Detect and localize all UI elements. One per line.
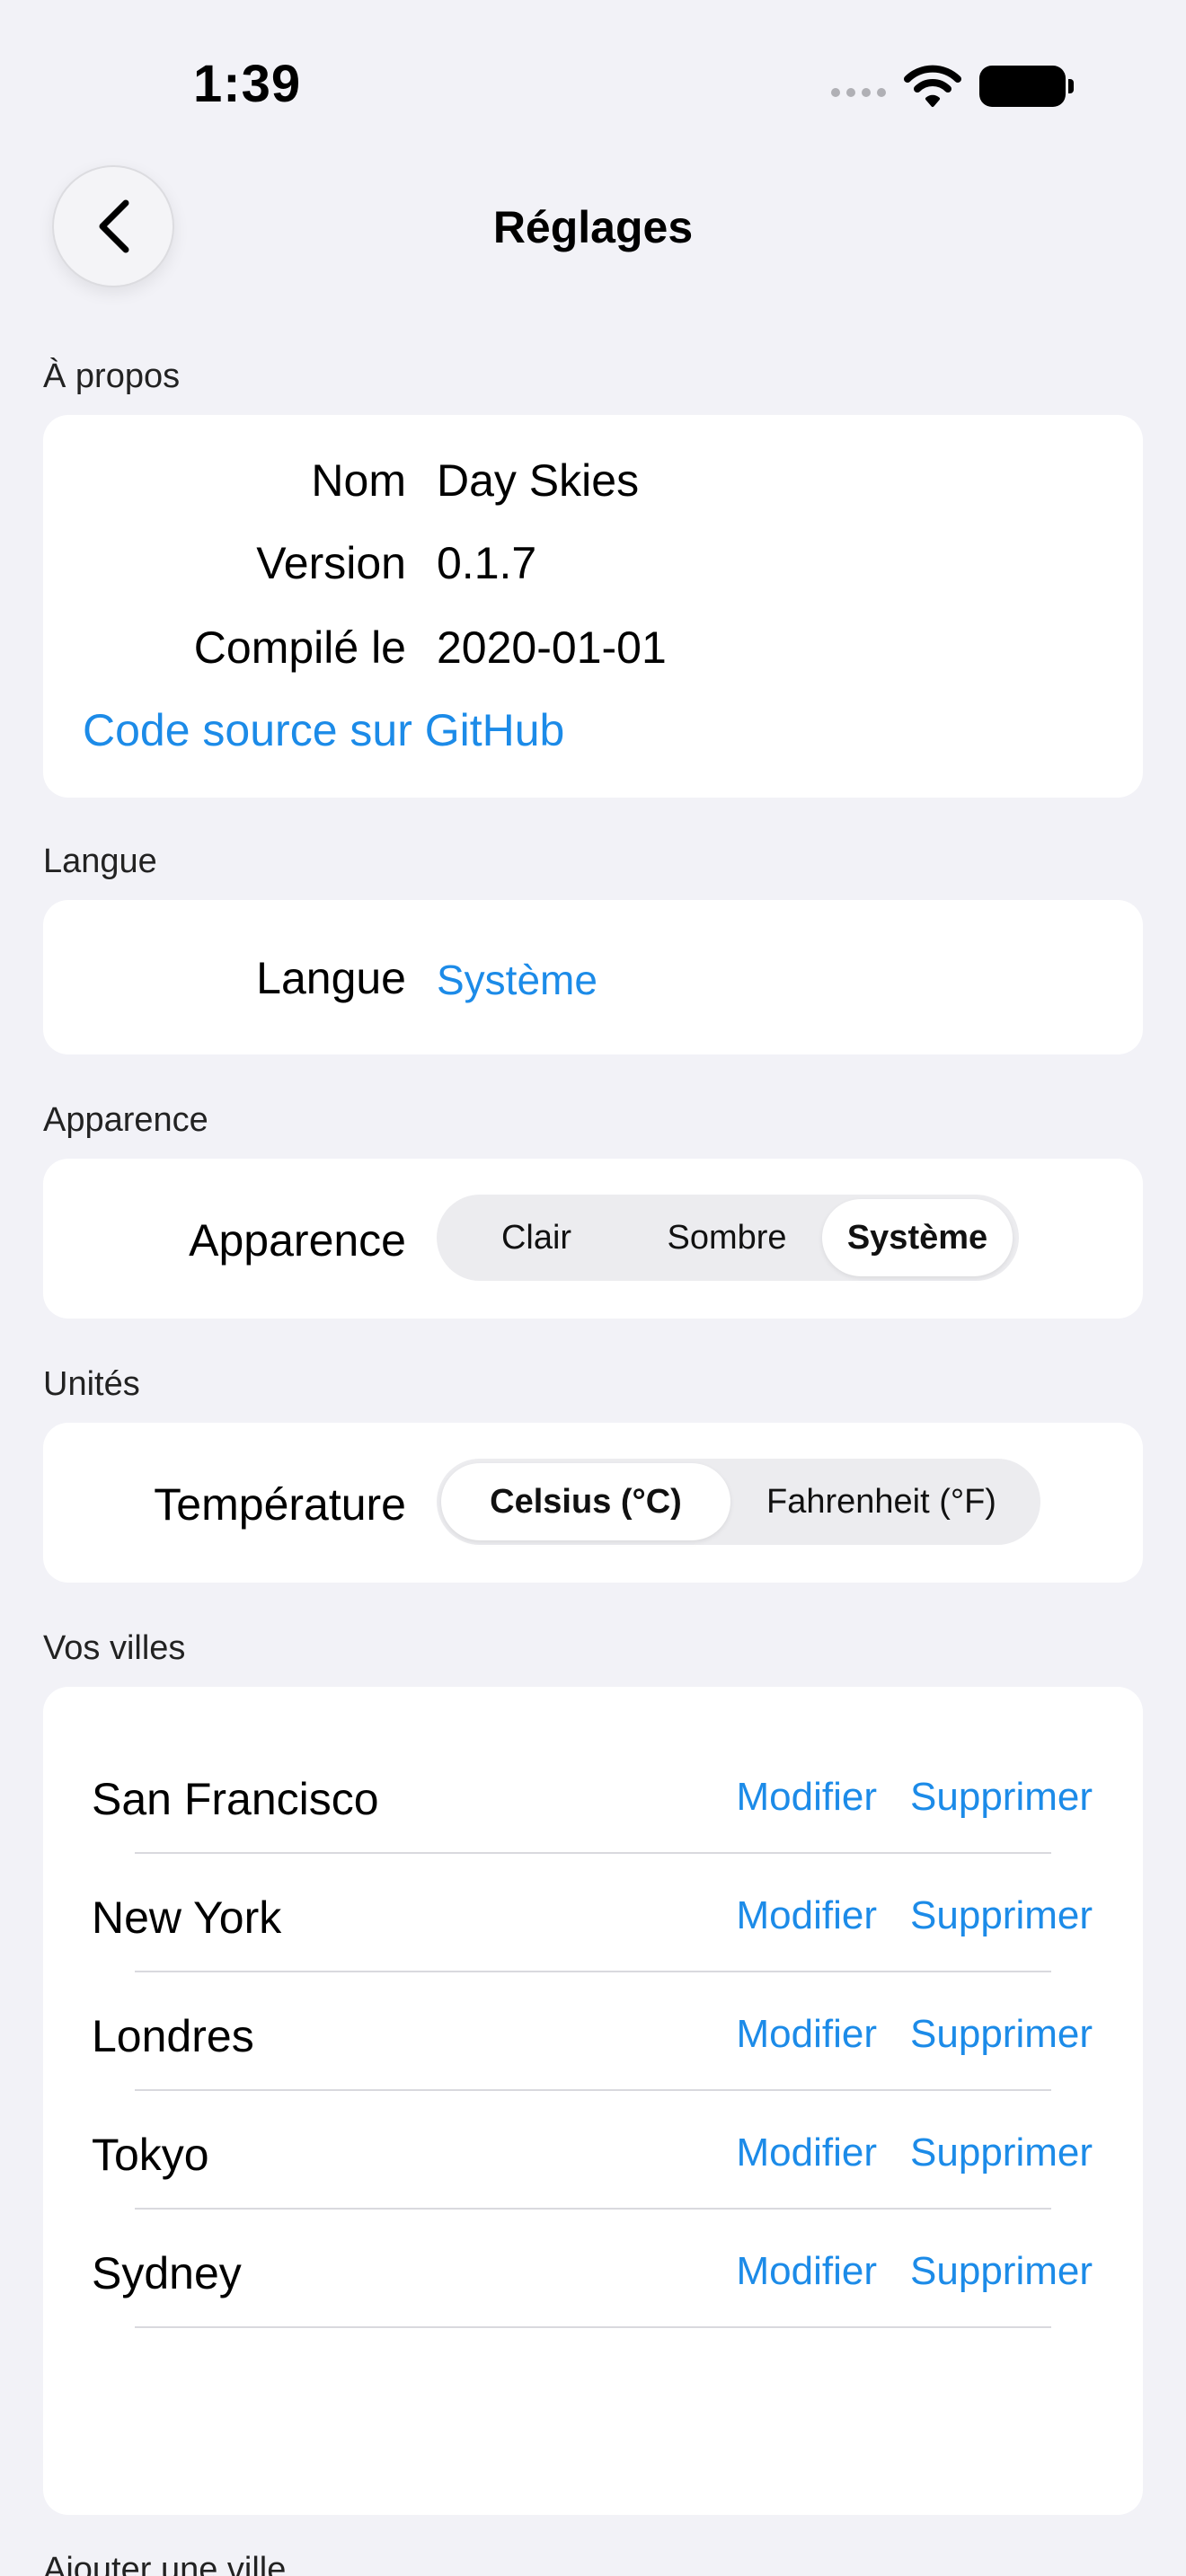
status-time: 1:39 bbox=[193, 55, 302, 113]
temperature-segmented-control: Celsius (°C) Fahrenheit (°F) bbox=[437, 1459, 1040, 1545]
section-header-add-city: Ajouter une ville bbox=[43, 2551, 287, 2576]
section-header-appearance: Apparence bbox=[43, 1101, 208, 1139]
language-label: Langue bbox=[256, 953, 406, 1003]
appearance-label: Apparence bbox=[189, 1215, 406, 1266]
version-label: Version bbox=[256, 538, 406, 588]
units-card: Température Celsius (°C) Fahrenheit (°F) bbox=[43, 1423, 1143, 1583]
section-header-units: Unités bbox=[43, 1365, 140, 1403]
city-edit-button[interactable]: Modifier bbox=[737, 1775, 878, 1820]
temperature-label: Température bbox=[154, 1479, 406, 1530]
language-card: Langue Système bbox=[43, 900, 1143, 1054]
city-delete-button[interactable]: Supprimer bbox=[910, 2012, 1093, 2057]
appearance-option-system[interactable]: Système bbox=[822, 1199, 1013, 1276]
city-delete-button[interactable]: Supprimer bbox=[910, 1893, 1093, 1938]
appearance-option-dark[interactable]: Sombre bbox=[632, 1199, 822, 1276]
temperature-option-fahrenheit[interactable]: Fahrenheit (°F) bbox=[730, 1463, 1032, 1540]
city-name: Tokyo bbox=[92, 2130, 209, 2180]
city-name: San Francisco bbox=[92, 1774, 379, 1824]
language-picker[interactable]: Système bbox=[437, 956, 597, 1004]
github-source-link[interactable]: Code source sur GitHub bbox=[83, 704, 564, 756]
about-card: Nom Day Skies Version 0.1.7 Compilé le 2… bbox=[43, 415, 1143, 798]
battery-icon bbox=[979, 66, 1074, 107]
appearance-segmented-control: Clair Sombre Système bbox=[437, 1195, 1019, 1281]
city-delete-button[interactable]: Supprimer bbox=[910, 2249, 1093, 2294]
version-value: 0.1.7 bbox=[437, 538, 537, 588]
appearance-option-light[interactable]: Clair bbox=[441, 1199, 632, 1276]
city-row: Tokyo Modifier Supprimer bbox=[43, 2091, 1143, 2210]
city-delete-button[interactable]: Supprimer bbox=[910, 1775, 1093, 1820]
city-row: Londres Modifier Supprimer bbox=[43, 1972, 1143, 2091]
section-header-about: À propos bbox=[43, 357, 181, 395]
cellular-signal-icon bbox=[831, 88, 886, 97]
city-edit-button[interactable]: Modifier bbox=[737, 2012, 878, 2057]
city-edit-button[interactable]: Modifier bbox=[737, 2130, 878, 2175]
temperature-option-celsius[interactable]: Celsius (°C) bbox=[441, 1463, 730, 1540]
city-row: New York Modifier Supprimer bbox=[43, 1854, 1143, 1972]
city-name: New York bbox=[92, 1892, 282, 1943]
city-name: Sydney bbox=[92, 2248, 242, 2298]
city-edit-button[interactable]: Modifier bbox=[737, 2249, 878, 2294]
divider bbox=[135, 2326, 1051, 2328]
city-delete-button[interactable]: Supprimer bbox=[910, 2130, 1093, 2175]
section-header-cities: Vos villes bbox=[43, 1629, 186, 1667]
build-date-label: Compilé le bbox=[193, 622, 406, 673]
wifi-icon bbox=[904, 65, 961, 107]
name-value: Day Skies bbox=[437, 455, 640, 506]
build-date-value: 2020-01-01 bbox=[437, 622, 667, 673]
city-edit-button[interactable]: Modifier bbox=[737, 1893, 878, 1938]
city-name: Londres bbox=[92, 2011, 254, 2061]
appearance-card: Apparence Clair Sombre Système bbox=[43, 1159, 1143, 1319]
name-label: Nom bbox=[311, 455, 406, 506]
page-title: Réglages bbox=[492, 202, 694, 252]
cities-card: San Francisco Modifier Supprimer New Yor… bbox=[43, 1687, 1143, 2515]
section-header-language: Langue bbox=[43, 842, 157, 880]
city-row: San Francisco Modifier Supprimer bbox=[43, 1735, 1143, 1854]
city-row: Sydney Modifier Supprimer bbox=[43, 2210, 1143, 2328]
status-icons bbox=[831, 65, 1074, 108]
